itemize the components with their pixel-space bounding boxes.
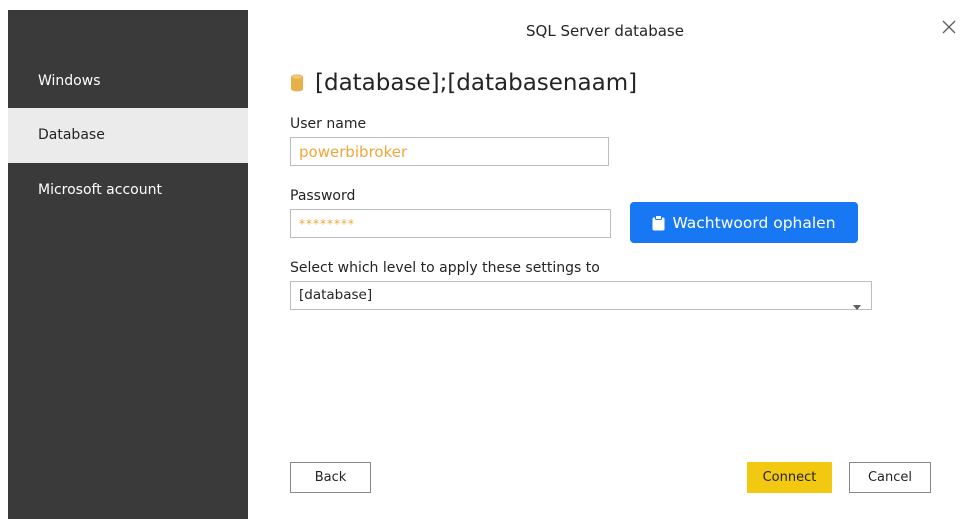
sidebar-item-windows[interactable]: Windows bbox=[8, 54, 248, 109]
password-label: Password bbox=[290, 188, 356, 204]
fetch-password-button[interactable]: Wachtwoord ophalen bbox=[630, 202, 858, 243]
sidebar-item-label: Microsoft account bbox=[38, 182, 162, 198]
close-icon[interactable] bbox=[938, 16, 960, 38]
auth-sidebar: Windows Database Microsoft account bbox=[8, 10, 248, 519]
cancel-button[interactable]: Cancel bbox=[849, 462, 931, 493]
sidebar-item-database[interactable]: Database bbox=[8, 108, 248, 163]
level-selected-value: [database] bbox=[299, 287, 373, 303]
page-title: [database];[databasenaam] bbox=[315, 70, 638, 96]
fetch-password-label: Wachtwoord ophalen bbox=[672, 213, 836, 232]
sidebar-item-label: Database bbox=[38, 127, 105, 143]
level-select[interactable]: [database] bbox=[290, 281, 872, 310]
connect-button-label: Connect bbox=[762, 470, 817, 485]
password-field[interactable] bbox=[290, 209, 611, 238]
cancel-button-label: Cancel bbox=[867, 470, 913, 485]
back-button[interactable]: Back bbox=[290, 462, 371, 493]
level-label: Select which level to apply these settin… bbox=[290, 260, 600, 276]
datasource-heading: [database];[databasenaam] bbox=[291, 66, 637, 100]
sidebar-item-label: Windows bbox=[38, 73, 101, 89]
database-icon bbox=[291, 74, 303, 92]
clipboard-icon bbox=[652, 214, 665, 230]
username-field[interactable] bbox=[290, 137, 609, 166]
dialog-title: SQL Server database bbox=[526, 22, 684, 40]
sql-server-dialog: Windows Database Microsoft account SQL S… bbox=[0, 0, 962, 519]
connect-button[interactable]: Connect bbox=[747, 462, 832, 493]
chevron-down-icon bbox=[853, 293, 861, 320]
username-label: User name bbox=[290, 116, 367, 132]
back-button-label: Back bbox=[314, 470, 347, 485]
sidebar-item-microsoft-account[interactable]: Microsoft account bbox=[8, 163, 248, 218]
